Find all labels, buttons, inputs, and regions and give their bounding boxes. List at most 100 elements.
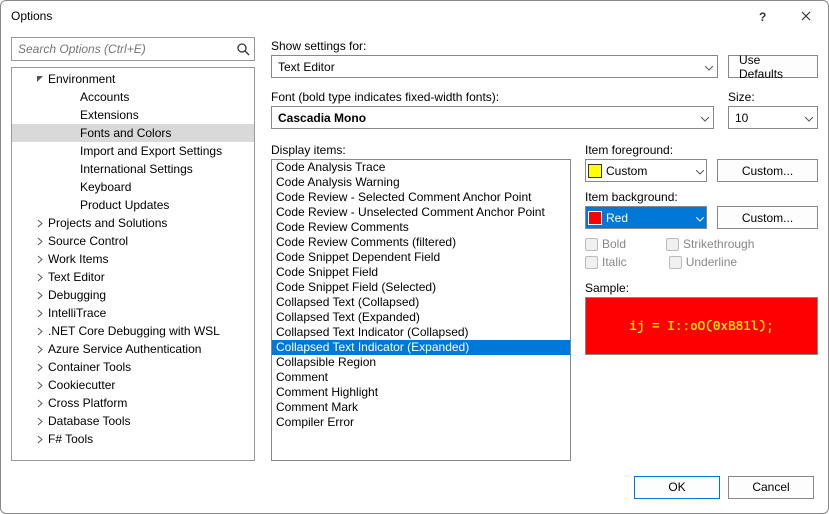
tree-item[interactable]: Cookiecutter (12, 376, 254, 394)
tree-arrow-icon (32, 255, 48, 264)
tree-item[interactable]: Accounts (12, 88, 254, 106)
bg-swatch (588, 211, 602, 225)
font-select[interactable]: Cascadia Mono (271, 106, 714, 129)
tree-item[interactable]: Text Editor (12, 268, 254, 286)
tree-arrow-icon (32, 363, 48, 372)
tree-arrow-icon (32, 327, 48, 336)
show-settings-select[interactable]: Text Editor (271, 55, 718, 78)
tree-item-label: Cookiecutter (48, 378, 115, 392)
tree-item[interactable]: F# Tools (12, 430, 254, 448)
font-label: Font (bold type indicates fixed-width fo… (271, 88, 714, 104)
tree-item-label: Accounts (80, 90, 129, 104)
tree-item-label: Extensions (80, 108, 139, 122)
display-item[interactable]: Collapsed Text (Collapsed) (272, 295, 570, 310)
size-select[interactable]: 10 (728, 106, 818, 129)
tree-item[interactable]: Extensions (12, 106, 254, 124)
tree-arrow-icon (32, 381, 48, 390)
tree-arrow-icon (32, 435, 48, 444)
ok-button[interactable]: OK (634, 476, 720, 499)
use-defaults-button[interactable]: Use Defaults (728, 55, 818, 78)
tree-item[interactable]: Import and Export Settings (12, 142, 254, 160)
bg-color-select[interactable]: Red (585, 206, 707, 229)
tree-item-label: Keyboard (80, 180, 131, 194)
tree-item-label: F# Tools (48, 432, 93, 446)
sample-text: ij = I::oO(0xB81l); (629, 319, 774, 334)
tree-arrow-icon (32, 417, 48, 426)
options-tree[interactable]: Environment Accounts Extensions Fonts and C… (11, 67, 255, 461)
bg-custom-button[interactable]: Custom... (717, 206, 818, 229)
tree-item-label: Import and Export Settings (80, 144, 222, 158)
tree-arrow-icon (32, 291, 48, 300)
display-item[interactable]: Collapsed Text Indicator (Collapsed) (272, 325, 570, 340)
tree-item-label: Fonts and Colors (80, 126, 171, 140)
close-button[interactable] (784, 1, 828, 31)
size-label: Size: (728, 88, 818, 104)
display-item[interactable]: Compiler Error (272, 415, 570, 430)
item-fg-label: Item foreground: (585, 141, 818, 157)
show-settings-label: Show settings for: (271, 37, 818, 53)
tree-item-label: Database Tools (48, 414, 131, 428)
display-item[interactable]: Code Review - Unselected Comment Anchor … (272, 205, 570, 220)
display-item[interactable]: Comment (272, 370, 570, 385)
tree-arrow-icon (32, 345, 48, 354)
display-items-label: Display items: (271, 141, 571, 157)
tree-item-label: .NET Core Debugging with WSL (48, 324, 220, 338)
tree-item[interactable]: Product Updates (12, 196, 254, 214)
tree-item-label: Product Updates (80, 198, 169, 212)
tree-item-label: Text Editor (48, 270, 105, 284)
chevron-down-icon (696, 211, 704, 225)
chevron-down-icon (701, 111, 709, 125)
tree-item[interactable]: Work Items (12, 250, 254, 268)
fg-swatch (588, 164, 602, 178)
tree-arrow-icon (32, 219, 48, 228)
tree-item[interactable]: Environment (12, 70, 254, 88)
display-item[interactable]: Code Review - Selected Comment Anchor Po… (272, 190, 570, 205)
display-items-list[interactable]: Code Analysis TraceCode Analysis Warning… (271, 159, 571, 461)
chevron-down-icon (705, 60, 713, 74)
help-button[interactable]: ? (740, 1, 784, 31)
tree-item[interactable]: Source Control (12, 232, 254, 250)
search-icon (236, 42, 250, 56)
tree-item-label: IntelliTrace (48, 306, 106, 320)
display-item[interactable]: Code Snippet Field (272, 265, 570, 280)
display-item[interactable]: Collapsed Text (Expanded) (272, 310, 570, 325)
tree-item[interactable]: .NET Core Debugging with WSL (12, 322, 254, 340)
cancel-button[interactable]: Cancel (728, 476, 814, 499)
tree-item-label: Environment (48, 72, 115, 86)
display-item[interactable]: Code Review Comments (filtered) (272, 235, 570, 250)
tree-item[interactable]: Projects and Solutions (12, 214, 254, 232)
sample-label: Sample: (585, 279, 818, 295)
tree-arrow-icon (32, 237, 48, 246)
underline-checkbox: Underline (669, 255, 737, 269)
display-item[interactable]: Code Analysis Warning (272, 175, 570, 190)
tree-item[interactable]: IntelliTrace (12, 304, 254, 322)
item-bg-label: Item background: (585, 188, 818, 204)
tree-item[interactable]: International Settings (12, 160, 254, 178)
display-item[interactable]: Collapsible Region (272, 355, 570, 370)
tree-item[interactable]: Database Tools (12, 412, 254, 430)
tree-item-label: Azure Service Authentication (48, 342, 201, 356)
tree-item[interactable]: Keyboard (12, 178, 254, 196)
fg-color-select[interactable]: Custom (585, 159, 707, 182)
display-item[interactable]: Code Review Comments (272, 220, 570, 235)
chevron-down-icon (696, 164, 704, 178)
fg-custom-button[interactable]: Custom... (717, 159, 818, 182)
display-item[interactable]: Code Analysis Trace (272, 160, 570, 175)
display-item[interactable]: Collapsed Text Indicator (Expanded) (272, 340, 570, 355)
tree-item[interactable]: Cross Platform (12, 394, 254, 412)
search-input[interactable] (16, 41, 236, 57)
tree-item[interactable]: Container Tools (12, 358, 254, 376)
tree-item[interactable]: Debugging (12, 286, 254, 304)
help-icon: ? (756, 10, 768, 22)
display-item[interactable]: Code Snippet Dependent Field (272, 250, 570, 265)
tree-item[interactable]: Fonts and Colors (12, 124, 254, 142)
display-item[interactable]: Comment Highlight (272, 385, 570, 400)
window-title: Options (11, 9, 740, 23)
display-item[interactable]: Comment Mark (272, 400, 570, 415)
tree-item[interactable]: Azure Service Authentication (12, 340, 254, 358)
search-box[interactable] (11, 37, 255, 61)
tree-item-label: Projects and Solutions (48, 216, 167, 230)
display-item[interactable]: Code Snippet Field (Selected) (272, 280, 570, 295)
chevron-down-icon (805, 111, 813, 125)
tree-item-label: Container Tools (48, 360, 131, 374)
